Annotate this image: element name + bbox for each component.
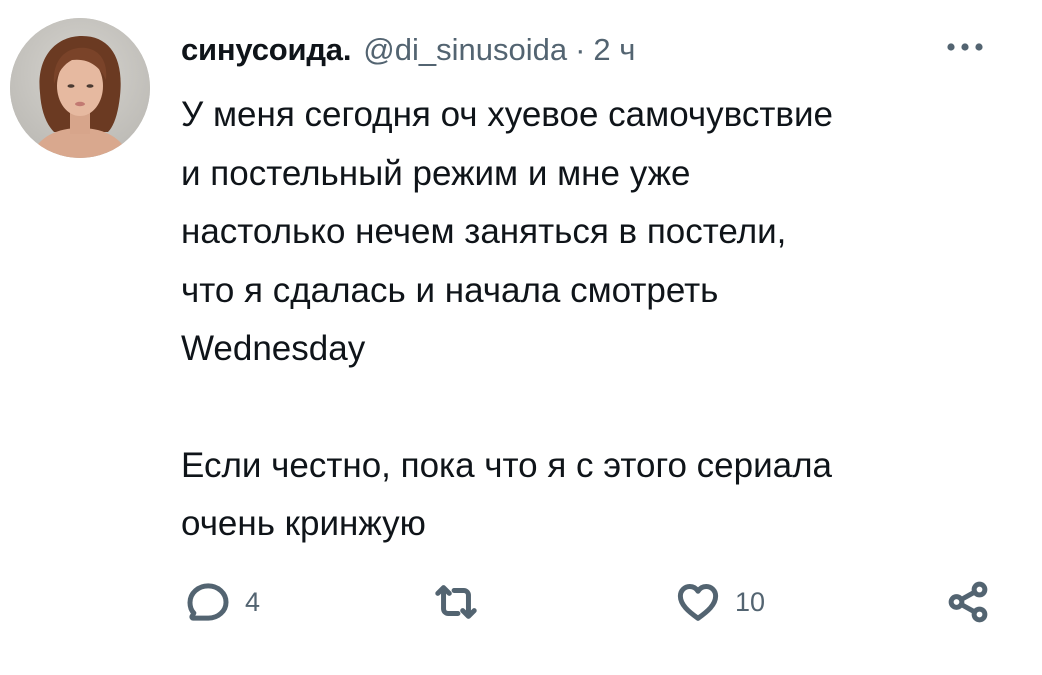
timestamp[interactable]: 2 ч xyxy=(593,32,635,68)
more-dots-icon xyxy=(947,43,983,51)
share-icon xyxy=(948,581,988,623)
action-bar: 4 10 xyxy=(185,574,995,630)
tweet-header: синусоида. @di_sinusoida · 2 ч xyxy=(181,28,1001,72)
reply-button[interactable]: 4 xyxy=(185,574,260,630)
like-button[interactable]: 10 xyxy=(675,574,765,630)
text-line: и постельный режим и мне уже xyxy=(181,153,691,193)
separator: · xyxy=(575,32,586,67)
author-name[interactable]: синусоида. xyxy=(181,32,351,68)
like-count: 10 xyxy=(735,586,766,617)
heart-icon xyxy=(677,583,719,621)
avatar[interactable] xyxy=(10,18,150,158)
text-line: настолько нечем заняться в постели, xyxy=(181,212,787,251)
text-line: У меня сегодня оч хуевое самочувствие xyxy=(181,95,833,134)
text-line: Если честно, пока что я с этого сериала xyxy=(181,445,832,485)
retweet-icon xyxy=(435,585,477,619)
retweet-button[interactable] xyxy=(433,574,493,630)
text-line: что я сдалась и начала смотреть xyxy=(181,270,719,310)
reply-count: 4 xyxy=(245,586,261,617)
tweet-text: У меня сегодня оч хуевое самочувствие и … xyxy=(181,86,1001,554)
avatar-image xyxy=(10,18,150,158)
text-line: Wednesday xyxy=(181,329,366,368)
author-handle[interactable]: @di_sinusoida xyxy=(363,32,567,68)
reply-bubble-icon xyxy=(187,583,229,621)
text-line: очень кринжую xyxy=(181,504,426,543)
more-button[interactable] xyxy=(938,30,992,64)
share-button[interactable] xyxy=(945,574,991,630)
